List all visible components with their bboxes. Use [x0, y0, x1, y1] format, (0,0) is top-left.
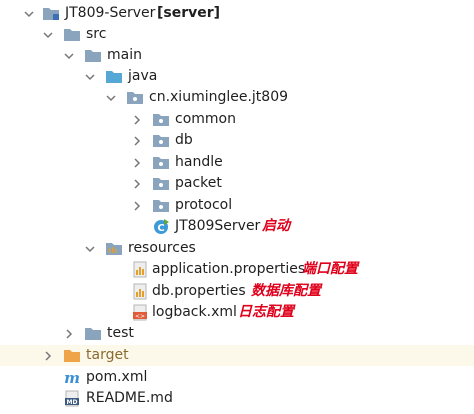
- tree-row-app-properties[interactable]: application.properties 端口配置: [0, 259, 474, 280]
- maven-icon: m: [63, 369, 81, 387]
- tree-label-db: db: [175, 132, 193, 148]
- markdown-file-icon: MD: [63, 390, 81, 407]
- folder-icon: [84, 325, 102, 342]
- tree-row-db[interactable]: db: [0, 130, 474, 151]
- tree-label-main-class: JT809Server: [175, 218, 261, 234]
- chevron-right-icon[interactable]: [131, 195, 143, 216]
- tree-label-logback: logback.xml: [152, 304, 237, 320]
- tree-row-handle[interactable]: handle: [0, 152, 474, 173]
- source-folder-icon: [105, 68, 123, 85]
- chevron-right-icon[interactable]: [42, 345, 54, 366]
- tree-row-src[interactable]: src: [0, 24, 474, 45]
- package-icon: [152, 175, 170, 192]
- package-icon: [152, 132, 170, 149]
- tree-row-pom[interactable]: m pom.xml: [0, 367, 474, 388]
- folder-icon: [63, 26, 81, 43]
- tree-row-packet[interactable]: packet: [0, 173, 474, 194]
- chevron-down-icon[interactable]: [23, 3, 35, 24]
- tree-row-protocol[interactable]: protocol: [0, 195, 474, 216]
- chevron-down-icon[interactable]: [105, 87, 117, 108]
- chevron-right-icon[interactable]: [131, 152, 143, 173]
- tree-row-test[interactable]: test: [0, 323, 474, 344]
- tree-label-common: common: [175, 111, 236, 127]
- tree-row-main[interactable]: main: [0, 45, 474, 66]
- project-name: JT809-Server: [65, 5, 156, 21]
- chevron-right-icon[interactable]: [131, 173, 143, 194]
- properties-file-icon: [131, 261, 149, 278]
- tree-label-packet: packet: [175, 175, 222, 191]
- excluded-folder-icon: [63, 347, 81, 364]
- chevron-right-icon[interactable]: [131, 109, 143, 130]
- module-tag: [server]: [157, 5, 221, 21]
- svg-text:C: C: [157, 223, 164, 234]
- tree-row-logback[interactable]: <> logback.xml 日志配置: [0, 302, 474, 323]
- xml-file-icon: <>: [131, 304, 149, 321]
- tree-row-project-root[interactable]: JT809-Server [server]: [0, 3, 474, 24]
- package-icon: [126, 89, 144, 106]
- tree-row-common[interactable]: common: [0, 109, 474, 130]
- tree-row-package[interactable]: cn.xiuminglee.jt809: [0, 87, 474, 108]
- tree-label-resources: resources: [128, 240, 196, 256]
- tree-label-readme: README.md: [86, 390, 173, 406]
- package-icon: [152, 111, 170, 128]
- chevron-down-icon[interactable]: [84, 238, 96, 259]
- chevron-down-icon[interactable]: [42, 24, 54, 45]
- tree-label-src: src: [86, 26, 107, 42]
- tree-label-main: main: [107, 47, 142, 63]
- tree-label-app-properties: application.properties: [152, 261, 306, 277]
- package-icon: [152, 154, 170, 171]
- tree-row-target[interactable]: target: [0, 345, 474, 366]
- tree-label-protocol: protocol: [175, 197, 233, 213]
- svg-text:<>: <>: [135, 313, 145, 320]
- tree-row-resources[interactable]: resources: [0, 238, 474, 259]
- svg-text:MD: MD: [67, 399, 78, 406]
- module-folder-icon: [42, 5, 60, 22]
- tree-row-db-properties[interactable]: db.properties 数据库配置: [0, 281, 474, 302]
- java-class-icon: C: [152, 218, 170, 235]
- tree-row-java[interactable]: java: [0, 66, 474, 87]
- tree-label-target: target: [86, 347, 129, 363]
- tree-label-package: cn.xiuminglee.jt809: [149, 89, 289, 105]
- tree-label-handle: handle: [175, 154, 223, 170]
- package-icon: [152, 197, 170, 214]
- tree-label-db-properties: db.properties: [152, 283, 246, 299]
- folder-icon: [84, 47, 102, 64]
- annotation-db-config: 数据库配置: [251, 283, 321, 299]
- tree-row-readme[interactable]: MD README.md: [0, 388, 474, 409]
- chevron-right-icon[interactable]: [63, 323, 75, 344]
- chevron-down-icon[interactable]: [63, 45, 75, 66]
- resources-folder-icon: [105, 240, 123, 257]
- tree-label-java: java: [128, 68, 158, 84]
- annotation-port-config: 端口配置: [302, 261, 358, 277]
- svg-text:m: m: [64, 369, 80, 386]
- properties-file-icon: [131, 283, 149, 300]
- chevron-right-icon[interactable]: [131, 130, 143, 151]
- tree-label-pom: pom.xml: [86, 369, 148, 385]
- tree-row-main-class[interactable]: C JT809Server 启动: [0, 216, 474, 237]
- chevron-down-icon[interactable]: [84, 66, 96, 87]
- annotation-startup: 启动: [262, 218, 290, 234]
- tree-label-test: test: [107, 325, 134, 341]
- annotation-log-config: 日志配置: [238, 304, 294, 320]
